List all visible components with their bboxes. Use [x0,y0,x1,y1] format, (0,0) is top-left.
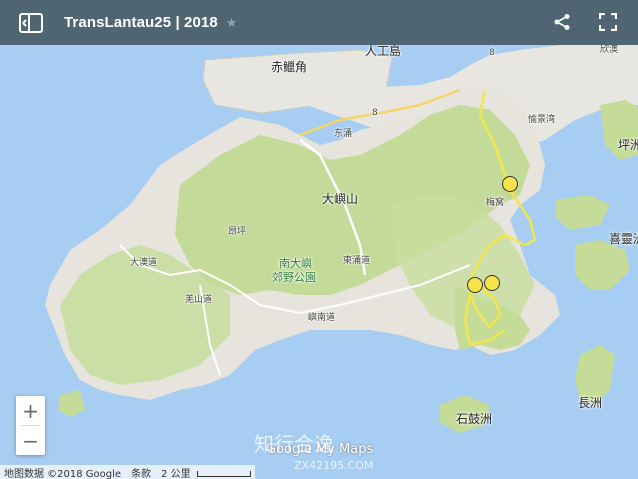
label-road-tai-o: 大澳道 [130,258,158,268]
label-chek-lap-kok: 赤鱲角 [271,60,308,74]
watermark-sub: ZX42195.COM [294,459,374,472]
label-shek-kwu-chau: 石鼓洲 [456,412,493,426]
route-marker-3[interactable] [484,275,500,291]
route-marker-2[interactable] [467,277,483,293]
map-footer: 地图数据 ©2018 Google 条款 2 公里 [0,465,255,479]
watermark: 知行合逸 ZX42195.COM [254,428,373,472]
map-app: TransLantau25 | 2018 ★ 赤鱲角 人工島 东涌 大嶼山 昂坪… [0,0,638,479]
share-icon[interactable] [552,12,572,32]
label-park-1: 南大嶼 [279,257,312,270]
map-canvas[interactable] [0,45,638,479]
label-road-8-a: 8 [489,48,495,58]
sidebar-toggle-icon[interactable] [18,12,44,34]
scale-text: 2 公里 [161,468,191,479]
terms-link[interactable]: 条款 [131,465,151,479]
header-bar: TransLantau25 | 2018 ★ [0,0,638,45]
map-title: TransLantau25 | 2018 [64,14,218,31]
label-road-tung-chung: 東涌道 [343,256,371,266]
route-marker-1[interactable] [502,176,518,192]
zoom-in-button[interactable]: + [16,396,45,425]
label-park-2: 郊野公園 [272,271,316,284]
label-tung-chung: 东涌 [334,129,353,139]
zoom-controls: + − [16,396,45,455]
label-discovery-bay: 愉景湾 [528,115,556,125]
label-tai-yue-shan: 大嶼山 [322,192,359,206]
label-road-8-b: 8 [372,108,378,118]
watermark-text: 知行合逸 [254,432,334,456]
zoom-out-button[interactable]: − [16,426,45,455]
label-road-keung-shan: 羌山道 [185,295,213,305]
label-ngong-ping: 昂坪 [228,227,247,237]
scale-bar [196,470,251,477]
label-road-south-lantau: 嶼南道 [308,313,336,323]
fullscreen-icon[interactable] [598,12,618,32]
label-ping-chau: 坪洲 [618,138,638,152]
label-mui-wo: 梅窝 [486,198,505,208]
label-cheung-chau: 長洲 [578,396,603,410]
label-hei-ling-chau: 喜靈洲 [609,232,638,246]
map-data-credit: 地图数据 ©2018 Google [4,468,122,479]
scale-label: 2 公里 [161,465,251,479]
star-icon[interactable]: ★ [226,15,238,31]
